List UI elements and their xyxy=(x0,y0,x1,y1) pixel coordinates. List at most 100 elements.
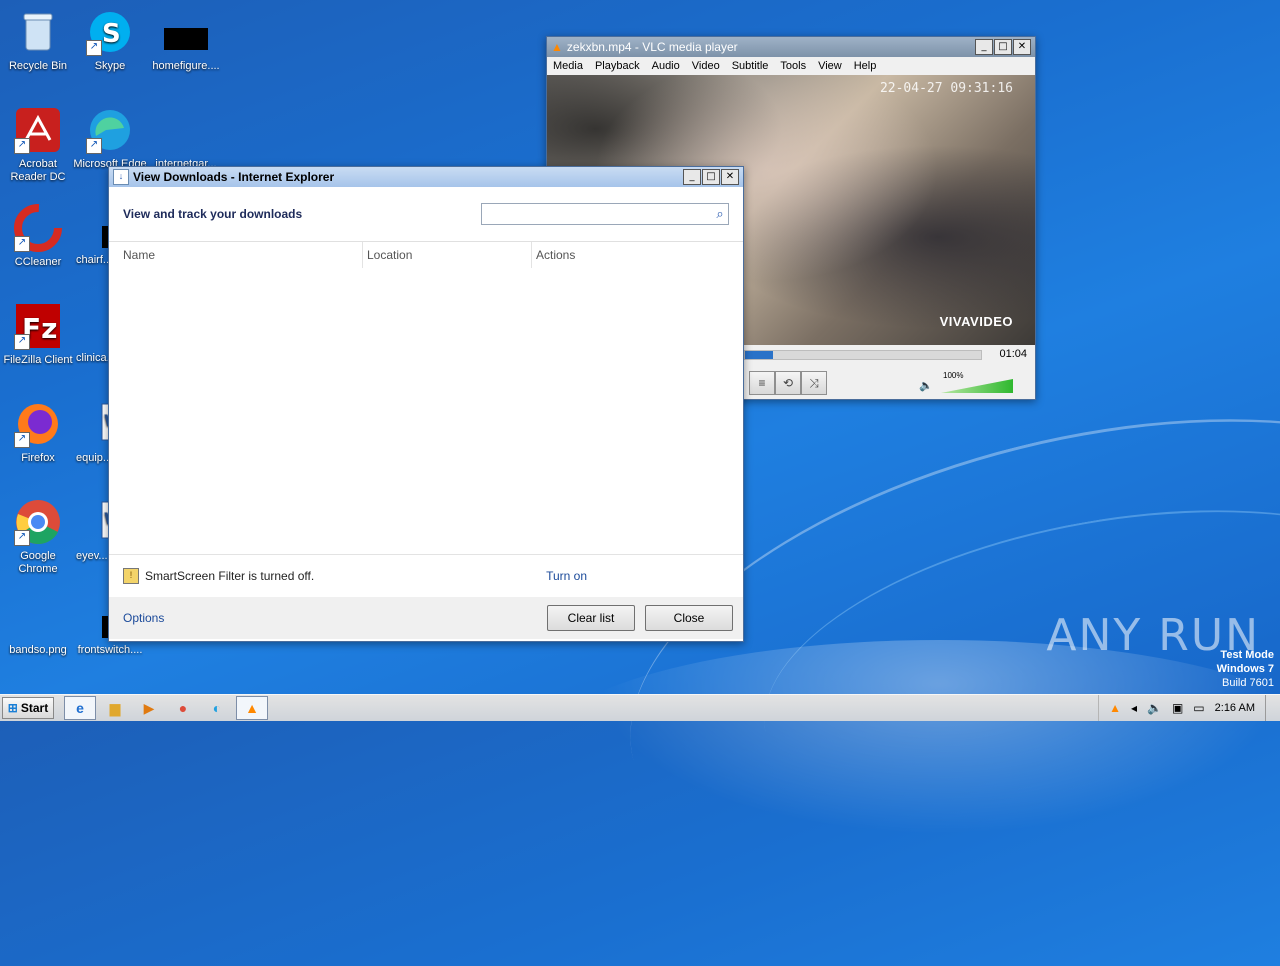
taskbar-chrome[interactable]: ● xyxy=(168,697,198,719)
desktop-icon-internetgar[interactable]: internetgar... xyxy=(148,106,224,171)
ie-dialog-footer: Options Clear list Close xyxy=(109,597,743,639)
vlc-icon: ▲ xyxy=(551,40,563,54)
smartscreen-status: SmartScreen Filter is turned off. xyxy=(145,569,315,583)
shortcut-arrow-icon: ↗ xyxy=(14,432,30,448)
ie-dialog-title: View Downloads - Internet Explorer xyxy=(133,170,335,184)
volume-percent: 100% xyxy=(943,371,964,380)
downloads-column-headers: Name Location Actions xyxy=(109,242,743,268)
menu-audio[interactable]: Audio xyxy=(646,60,686,72)
image-file-icon xyxy=(162,8,210,56)
acrobat-icon: ↗ xyxy=(14,106,62,154)
minimize-button[interactable]: _ xyxy=(683,169,701,185)
file-icon xyxy=(162,106,210,154)
display-icon[interactable]: ▭ xyxy=(1193,701,1204,715)
ie-download-icon: ↓ xyxy=(113,169,129,185)
image-file-icon xyxy=(14,616,62,640)
volume-level xyxy=(941,379,1013,393)
expand-tray-icon[interactable]: ◂ xyxy=(1131,701,1137,715)
desktop-icon-filezilla[interactable]: Fz ↗ FileZilla Client xyxy=(0,302,76,367)
volume-slider[interactable] xyxy=(941,379,1013,393)
show-desktop-button[interactable] xyxy=(1265,695,1280,721)
taskbar: ⊞ Start e ▆ ▶ ● ◐ ▲ ▲ ◂ 🔈 ▣ ▭ 2:16 AM xyxy=(0,694,1280,721)
vlc-titlebar[interactable]: ▲ zekxbn.mp4 - VLC media player _ □ ✕ xyxy=(547,37,1035,57)
test-mode-line: Test Mode xyxy=(1220,649,1274,661)
skype-icon: S ↗ xyxy=(86,8,134,56)
seek-progress xyxy=(745,351,774,359)
vlc-menubar: Media Playback Audio Video Subtitle Tool… xyxy=(547,57,1035,75)
taskbar-edge[interactable]: ◐ xyxy=(202,697,232,719)
edge-icon: ◐ xyxy=(212,700,222,716)
column-header-actions[interactable]: Actions xyxy=(532,242,575,268)
edge-icon: ↗ xyxy=(86,106,134,154)
internet-explorer-icon: e xyxy=(76,700,84,716)
desktop-icon-firefox[interactable]: ↗ Firefox xyxy=(0,400,76,465)
playlist-button[interactable]: ≡ xyxy=(749,371,775,395)
media-player-icon: ▶ xyxy=(143,699,155,716)
shortcut-arrow-icon: ↗ xyxy=(14,138,30,154)
shortcut-arrow-icon: ↗ xyxy=(86,138,102,154)
close-button[interactable]: ✕ xyxy=(1013,39,1031,55)
shortcut-arrow-icon: ↗ xyxy=(14,530,30,546)
clock[interactable]: 2:16 AM xyxy=(1215,702,1255,714)
vlc-icon: ▲ xyxy=(245,700,259,716)
ie-titlebar[interactable]: ↓ View Downloads - Internet Explorer _ □… xyxy=(109,167,743,187)
vlc-window-title: zekxbn.mp4 - VLC media player xyxy=(566,40,738,54)
desktop-icon-ccleaner[interactable]: ↗ CCleaner xyxy=(0,204,76,269)
smartscreen-bar: ! SmartScreen Filter is turned off. Turn… xyxy=(109,554,743,597)
taskbar-media-player[interactable]: ▶ xyxy=(134,697,164,719)
desktop-icon-edge[interactable]: ↗ Microsoft Edge xyxy=(72,106,148,171)
ie-dialog-body: View and track your downloads ⌕ Name Loc… xyxy=(109,187,743,639)
menu-playback[interactable]: Playback xyxy=(589,60,646,72)
taskbar-internet-explorer[interactable]: e xyxy=(64,696,96,720)
recycle-bin-icon xyxy=(14,8,62,56)
options-link[interactable]: Options xyxy=(123,611,164,625)
desktop-icon-chrome[interactable]: ↗ Google Chrome xyxy=(0,498,76,576)
close-dialog-button[interactable]: Close xyxy=(645,605,733,631)
taskbar-explorer[interactable]: ▆ xyxy=(100,697,130,719)
seek-bar[interactable] xyxy=(744,350,982,360)
menu-tools[interactable]: Tools xyxy=(774,60,812,72)
vlc-tray-icon[interactable]: ▲ xyxy=(1109,701,1121,715)
maximize-button[interactable]: □ xyxy=(702,169,720,185)
menu-help[interactable]: Help xyxy=(848,60,883,72)
column-header-name[interactable]: Name xyxy=(109,242,363,268)
turn-on-link[interactable]: Turn on xyxy=(546,569,587,583)
menu-subtitle[interactable]: Subtitle xyxy=(726,60,775,72)
downloads-heading: View and track your downloads xyxy=(123,207,303,221)
menu-video[interactable]: Video xyxy=(686,60,726,72)
desktop-icon-homefigure[interactable]: homefigure.... xyxy=(148,8,224,73)
start-label: Start xyxy=(20,701,49,715)
close-button[interactable]: ✕ xyxy=(721,169,739,185)
video-watermark: VIVAVIDEO xyxy=(939,314,1013,329)
maximize-button[interactable]: □ xyxy=(994,39,1012,55)
clear-list-button[interactable]: Clear list xyxy=(547,605,635,631)
start-button[interactable]: ⊞ Start xyxy=(2,697,54,719)
network-icon[interactable]: ▣ xyxy=(1172,701,1183,715)
video-timestamp: 22-04-27 09:31:16 xyxy=(879,81,1013,96)
volume-icon[interactable]: 🔈 xyxy=(1147,701,1162,715)
search-icon[interactable]: ⌕ xyxy=(712,206,728,222)
chrome-icon: ↗ xyxy=(14,498,62,546)
desktop-icon-bandso[interactable]: bandso.png xyxy=(0,616,76,657)
minimize-button[interactable]: _ xyxy=(975,39,993,55)
column-header-location[interactable]: Location xyxy=(363,242,532,268)
windows-version-line: Windows 7 xyxy=(1216,663,1274,675)
warning-shield-icon: ! xyxy=(123,568,139,584)
system-tray: ▲ ◂ 🔈 ▣ ▭ 2:16 AM xyxy=(1098,695,1265,721)
desktop-icon-skype[interactable]: S ↗ Skype xyxy=(72,8,148,73)
speaker-icon[interactable]: 🔈 xyxy=(919,379,933,392)
build-line: Build 7601 xyxy=(1222,677,1274,689)
loop-button[interactable]: ⟲ xyxy=(775,371,801,395)
taskbar-vlc[interactable]: ▲ xyxy=(236,696,268,720)
menu-view[interactable]: View xyxy=(812,60,848,72)
search-input[interactable] xyxy=(482,205,712,223)
chrome-icon: ● xyxy=(178,700,188,716)
desktop-icon-recycle-bin[interactable]: Recycle Bin xyxy=(0,8,76,73)
wallpaper-glow xyxy=(540,640,1280,860)
filezilla-icon: Fz ↗ xyxy=(14,302,62,350)
desktop-icon-acrobat[interactable]: ↗ Acrobat Reader DC xyxy=(0,106,76,184)
ie-downloads-dialog[interactable]: ↓ View Downloads - Internet Explorer _ □… xyxy=(108,166,744,642)
menu-media[interactable]: Media xyxy=(547,60,589,72)
test-mode-label: Test Mode Windows 7 Build 7601 xyxy=(1217,648,1274,690)
shuffle-button[interactable]: ⤨ xyxy=(801,371,827,395)
